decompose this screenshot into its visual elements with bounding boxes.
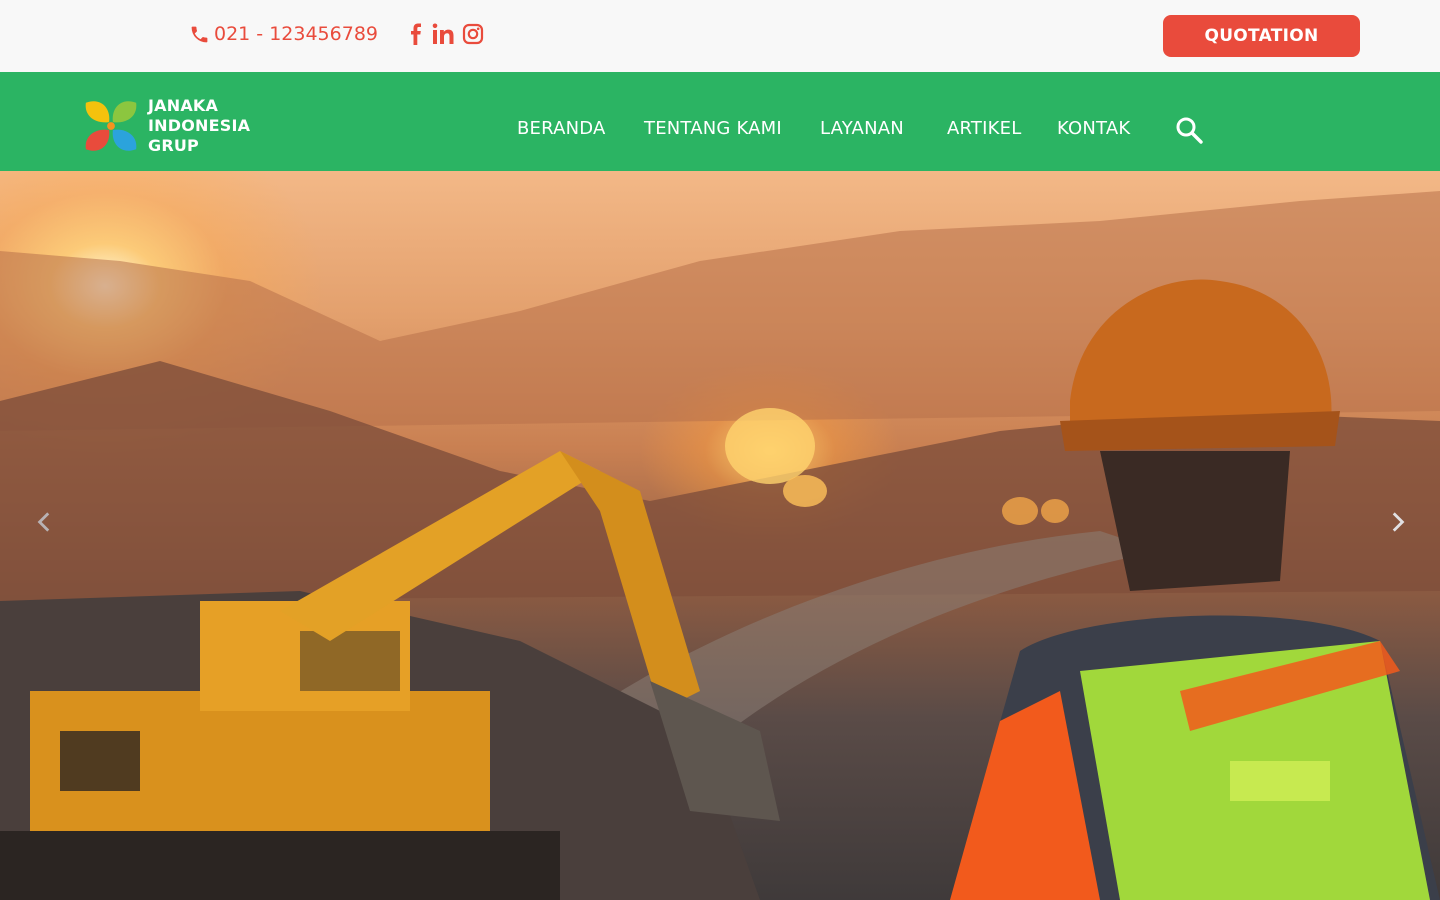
hero-slider [0, 171, 1440, 900]
instagram-icon[interactable] [462, 23, 484, 45]
facebook-icon[interactable] [406, 23, 426, 45]
brand-line-1: JANAKA [148, 96, 219, 115]
nav-item-kontak[interactable]: KONTAK [1057, 118, 1130, 139]
phone-contact[interactable]: 021 - 123456789 [189, 20, 378, 48]
top-bar: 021 - 123456789 QUOTATION [0, 0, 1440, 72]
linkedin-icon[interactable] [432, 23, 456, 45]
search-icon[interactable] [1175, 116, 1203, 144]
slider-prev-button[interactable] [28, 501, 62, 543]
brand-line-2: INDONESIA [148, 116, 251, 135]
nav-item-tentang-kami[interactable]: TENTANG KAMI [644, 118, 782, 139]
nav-item-layanan[interactable]: LAYANAN [820, 118, 904, 139]
nav-item-beranda[interactable]: BERANDA [517, 118, 606, 139]
chevron-right-icon [1392, 512, 1405, 532]
social-links [406, 20, 484, 48]
chevron-left-icon [37, 512, 50, 532]
nav-item-artikel[interactable]: ARTIKEL [947, 118, 1021, 139]
hero-image [0, 191, 1440, 900]
slider-next-button[interactable] [1380, 501, 1414, 543]
brand-logo[interactable]: JANAKA INDONESIA GRUP [82, 96, 250, 156]
phone-icon [191, 26, 208, 42]
brand-line-3: GRUP [148, 136, 199, 155]
brand-name: JANAKA INDONESIA GRUP [148, 96, 250, 156]
logo-mark-icon [85, 101, 137, 151]
quotation-button[interactable]: QUOTATION [1163, 15, 1360, 57]
phone-number: 021 - 123456789 [214, 23, 378, 45]
